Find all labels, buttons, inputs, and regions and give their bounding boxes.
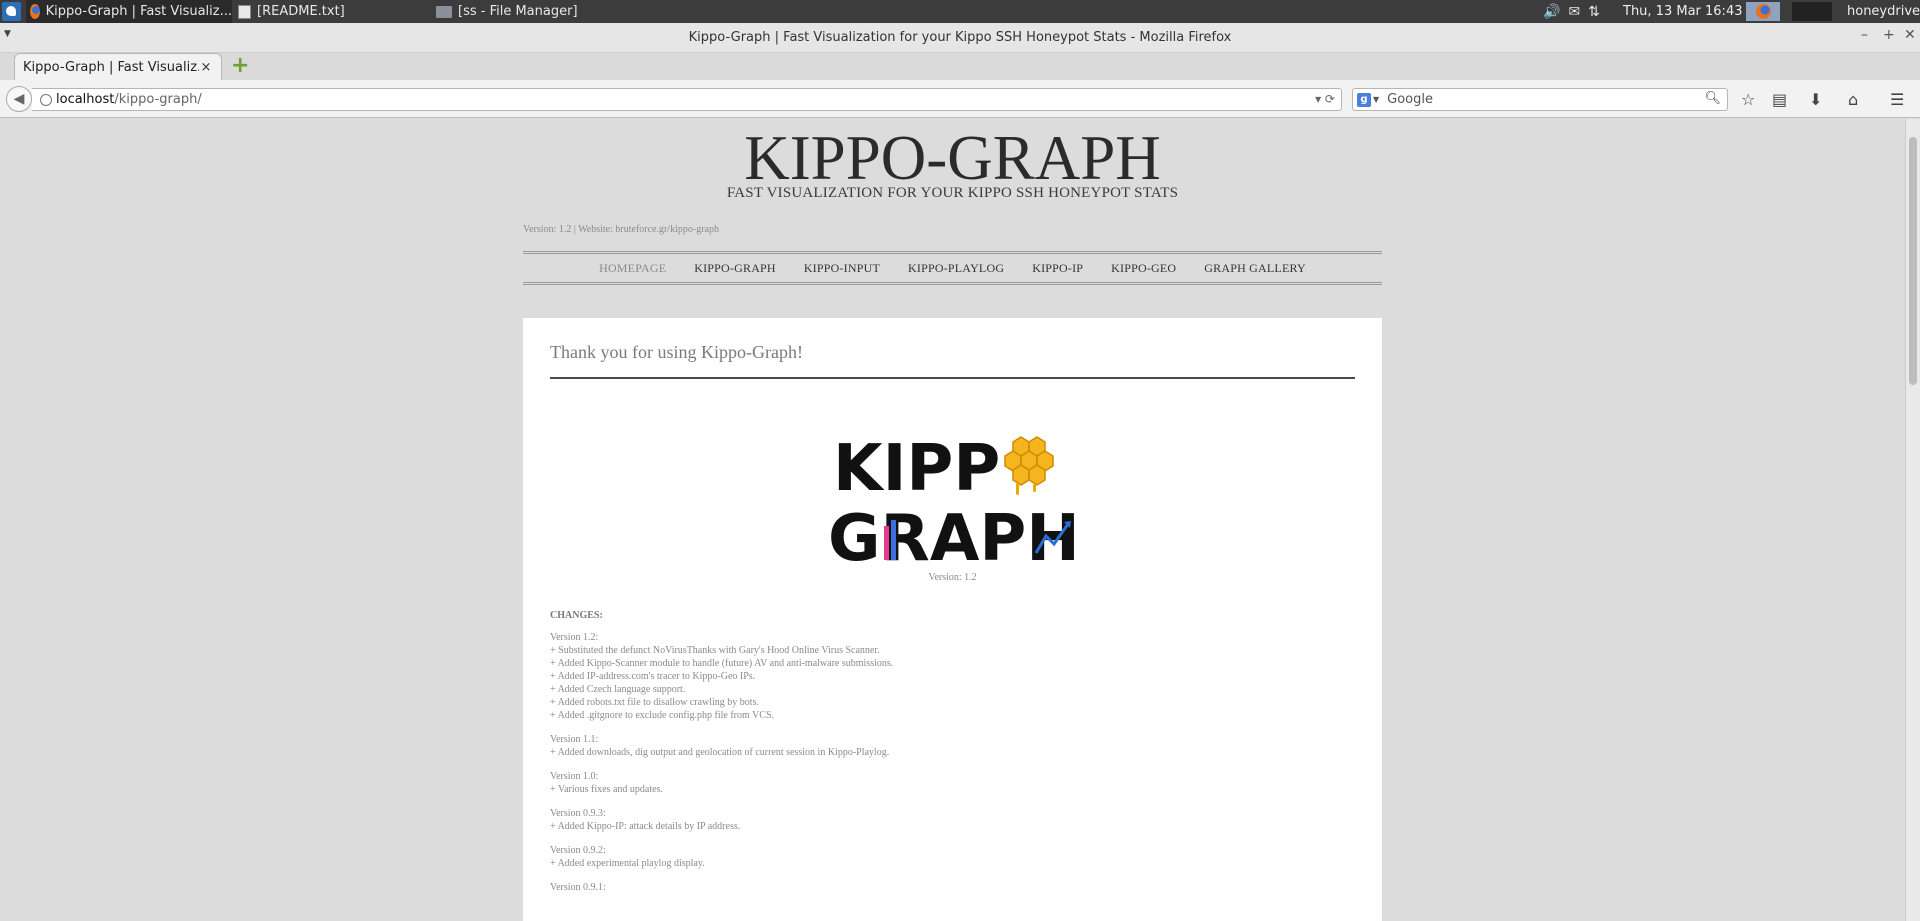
window-menu-icon[interactable]: ▼: [4, 29, 11, 39]
scrollbar-thumb[interactable]: [1909, 137, 1917, 385]
home-icon[interactable]: ⌂: [1848, 90, 1858, 109]
clock[interactable]: Thu, 13 Mar 16:43: [1623, 4, 1742, 19]
changelog-version: Version 0.9.3:: [550, 808, 606, 819]
bookmark-star-icon[interactable]: ☆: [1741, 90, 1755, 109]
changelog-block: Version 1.1: + Added downloads, dig outp…: [550, 733, 1350, 759]
taskbar-item-label: [README.txt]: [257, 4, 345, 19]
navigation-bar: ◀ localhost/kippo-graph/ ▾ ⟳ g ▼ Google …: [0, 80, 1920, 118]
url-bar[interactable]: localhost/kippo-graph/ ▾ ⟳: [32, 88, 1342, 111]
logo-text-bottom: GRAPH: [828, 502, 1078, 568]
download-icon[interactable]: ⬇: [1809, 90, 1822, 109]
changelog-block: Version 0.9.2: + Added experimental play…: [550, 844, 1350, 870]
menu-item-kippo-ip[interactable]: KIPPO-IP: [1032, 261, 1083, 276]
taskbar-item-readme[interactable]: [README.txt]: [234, 0, 434, 23]
applications-menu-icon[interactable]: [2, 2, 21, 21]
arrow-left-icon: ◀: [13, 91, 25, 107]
desktop-panel: Kippo-Graph | Fast Visualiz... [README.t…: [0, 0, 1920, 23]
bookmarks-list-icon[interactable]: ▤: [1772, 90, 1787, 109]
menu-item-kippo-geo[interactable]: KIPPO-GEO: [1111, 261, 1176, 276]
new-tab-icon[interactable]: +: [231, 55, 251, 77]
changelog-item: + Added experimental playlog display.: [550, 858, 705, 869]
firefox-icon: [1755, 4, 1771, 19]
url-host: localhost: [56, 92, 115, 107]
mail-icon[interactable]: ✉: [1568, 4, 1580, 20]
taskbar-item-label: Kippo-Graph | Fast Visualiz...: [45, 4, 232, 19]
site-menu: HOMEPAGE KIPPO-GRAPH KIPPO-INPUT KIPPO-P…: [523, 251, 1382, 285]
menu-item-graph-gallery[interactable]: GRAPH GALLERY: [1204, 261, 1306, 276]
folder-icon: [436, 5, 452, 18]
menu-item-homepage[interactable]: HOMEPAGE: [599, 261, 666, 276]
kippo-graph-logo: KIPP GRAPH: [828, 432, 1078, 568]
tab-title: Kippo-Graph | Fast Visualiz...: [23, 60, 199, 75]
search-input[interactable]: Google: [1387, 92, 1433, 107]
site-title: KIPPO-GRAPH: [744, 123, 1161, 193]
changelog-item: + Added downloads, dig output and geoloc…: [550, 747, 890, 758]
divider: [550, 377, 1355, 379]
tab-kippo-graph[interactable]: Kippo-Graph | Fast Visualiz... ×: [14, 53, 222, 81]
taskbar-item-firefox[interactable]: Kippo-Graph | Fast Visualiz...: [26, 0, 232, 23]
changelog-item: + Added Kippo-IP: attack details by IP a…: [550, 821, 741, 832]
text-file-icon: [238, 4, 251, 19]
menu-item-kippo-graph[interactable]: KIPPO-GRAPH: [694, 261, 776, 276]
taskbar-item-label: [ss - File Manager]: [458, 4, 578, 19]
globe-icon: [40, 93, 52, 106]
firefox-tray-item[interactable]: [1746, 2, 1780, 21]
page-scrollbar[interactable]: [1905, 119, 1920, 921]
firefox-icon: [30, 4, 40, 19]
changelog-item: + Added .gitgnore to exclude config.php …: [550, 710, 775, 721]
honeycomb-icon: [1004, 436, 1054, 495]
content-heading: Thank you for using Kippo-Graph!: [550, 342, 803, 362]
changelog-item: + Added Kippo-Scanner module to handle (…: [550, 658, 894, 669]
workspace-switcher[interactable]: [1792, 2, 1832, 21]
search-icon[interactable]: 🔍︎: [1704, 91, 1721, 106]
changelog-version: Version 1.2:: [550, 632, 599, 643]
logo-text-top: KIPP: [833, 432, 1000, 506]
network-icon[interactable]: ⇅: [1588, 4, 1600, 20]
window-titlebar: Kippo-Graph | Fast Visualization for you…: [0, 23, 1920, 53]
menu-item-kippo-input[interactable]: KIPPO-INPUT: [804, 261, 880, 276]
changelog-item: + Added Czech language support.: [550, 684, 686, 695]
user-name[interactable]: honeydrive: [1847, 4, 1920, 19]
changelog-block: Version 0.9.1:: [550, 881, 1350, 894]
menu-icon[interactable]: ☰: [1890, 90, 1904, 109]
minimize-icon[interactable]: –: [1861, 27, 1868, 43]
changelog-item: + Added IP-address.com's tracer to Kippo…: [550, 671, 756, 682]
changelog-item: + Added robots.txt file to disallow craw…: [550, 697, 759, 708]
volume-icon[interactable]: 🔊: [1543, 4, 1560, 20]
window-title: Kippo-Graph | Fast Visualization for you…: [688, 30, 1232, 45]
changelog-item: + Substituted the defunct NoVirusThanks …: [550, 645, 880, 656]
chevron-down-icon[interactable]: ▼: [1373, 95, 1379, 104]
page-viewport: KIPPO-GRAPH FAST VISUALIZATION FOR YOUR …: [0, 119, 1905, 921]
changelog-version: Version 0.9.1:: [550, 882, 606, 893]
close-tab-icon[interactable]: ×: [199, 60, 213, 75]
changelog-block: Version 1.2: + Substituted the defunct N…: [550, 631, 1350, 722]
menu-item-kippo-playlog[interactable]: KIPPO-PLAYLOG: [908, 261, 1004, 276]
version-label: Version: 1.2: [928, 572, 977, 583]
back-button[interactable]: ◀: [6, 86, 32, 112]
search-bar[interactable]: g ▼ Google 🔍︎: [1352, 88, 1728, 111]
close-window-icon[interactable]: ✕: [1904, 27, 1916, 43]
changelog-version: Version 1.1:: [550, 734, 599, 745]
version-website-line: Version: 1.2 | Website: bruteforce.gr/ki…: [523, 224, 719, 235]
changelog-version: Version 1.0:: [550, 771, 599, 782]
changes-title: CHANGES:: [550, 610, 603, 621]
changelog-version: Version 0.9.2:: [550, 845, 606, 856]
site-subtitle: FAST VISUALIZATION FOR YOUR KIPPO SSH HO…: [726, 185, 1179, 201]
changelog-block: Version 1.0: + Various fixes and updates…: [550, 770, 1350, 796]
content-box: Thank you for using Kippo-Graph! KIPP GR…: [523, 318, 1382, 921]
google-icon[interactable]: g: [1357, 92, 1371, 107]
url-controls[interactable]: ▾ ⟳: [1315, 92, 1335, 106]
url-path: /kippo-graph/: [114, 92, 202, 107]
tab-bar: ▼ Kippo-Graph | Fast Visualiz... × +: [0, 29, 1920, 81]
taskbar-item-file-manager[interactable]: [ss - File Manager]: [432, 0, 632, 23]
changelog-item: + Various fixes and updates.: [550, 784, 663, 795]
changelog: Version 1.2: + Substituted the defunct N…: [550, 631, 1350, 905]
maximize-icon[interactable]: +: [1883, 27, 1895, 43]
changelog-block: Version 0.9.3: + Added Kippo-IP: attack …: [550, 807, 1350, 833]
